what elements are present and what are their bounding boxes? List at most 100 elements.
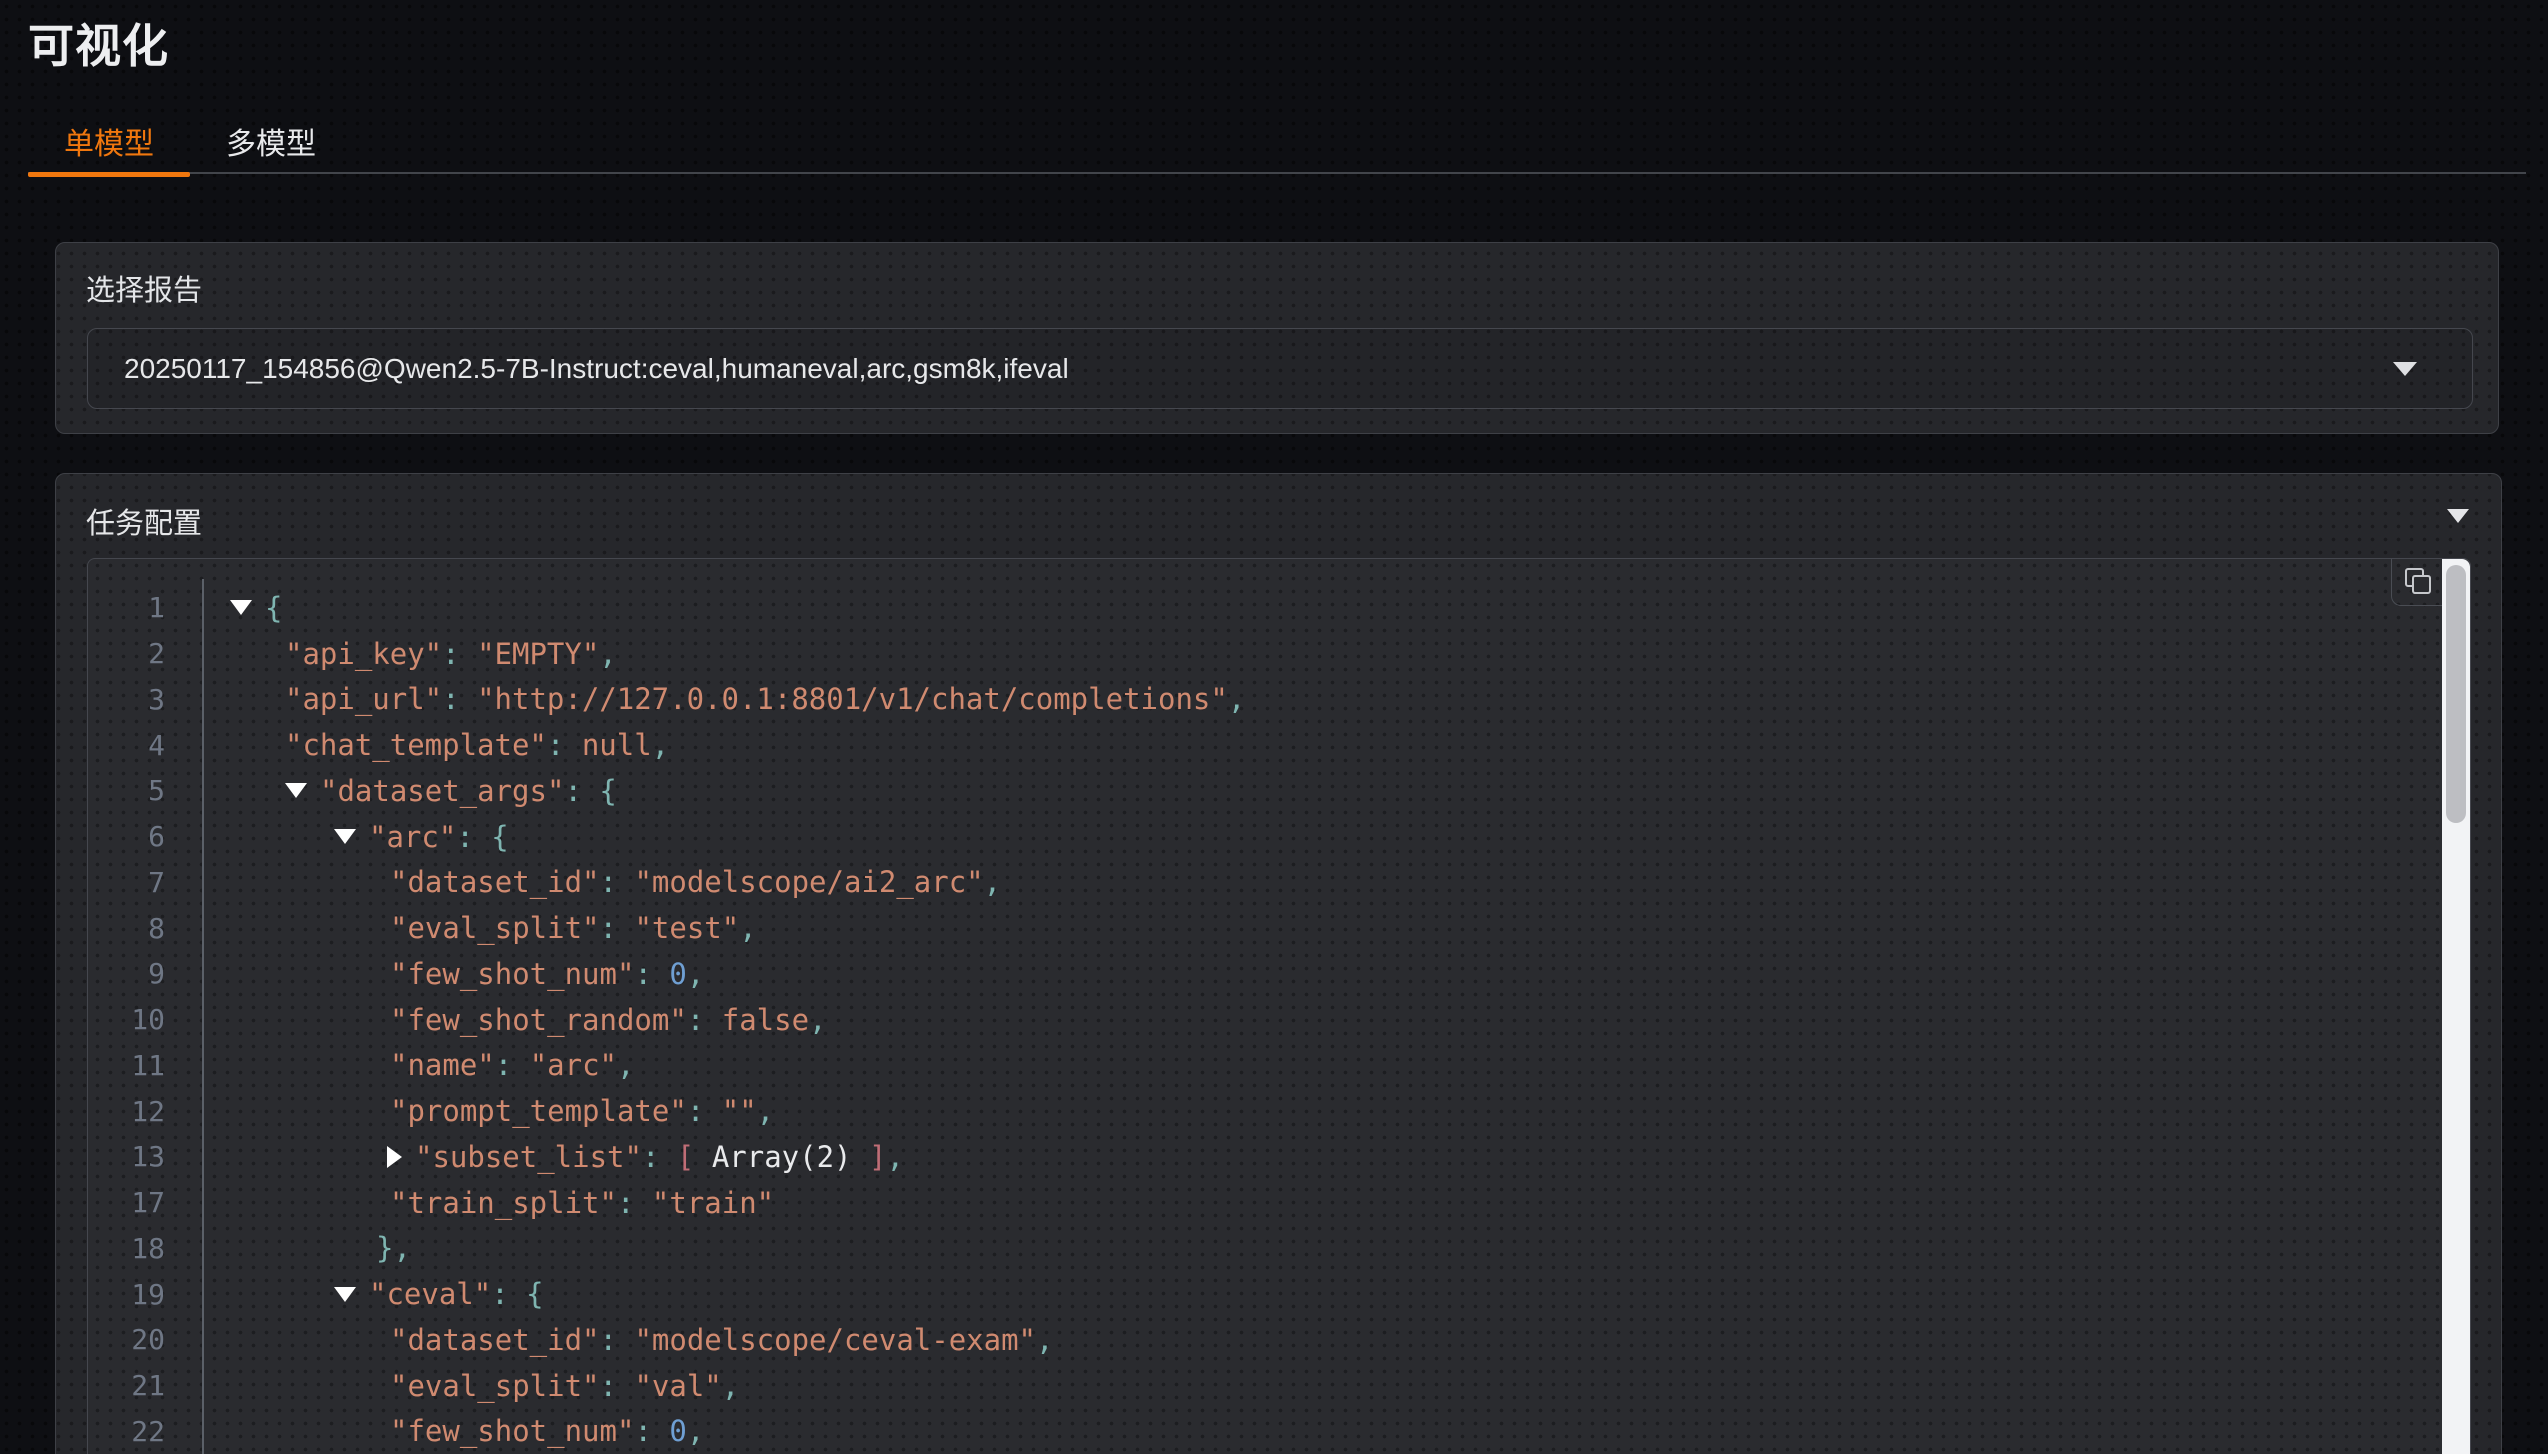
line-number: 11 — [88, 1049, 202, 1082]
token-num: 0 — [669, 1414, 686, 1448]
tab-single-model[interactable]: 单模型 — [28, 108, 190, 174]
token-punc: , — [757, 1094, 774, 1128]
copy-button[interactable] — [2391, 559, 2442, 606]
code-line-20: 20"dataset_id": "modelscope/ceval-exam", — [88, 1317, 2442, 1363]
token-punc: , — [739, 911, 756, 945]
code-line-2: 2"api_key": "EMPTY", — [88, 631, 2442, 677]
token-punc: : — [491, 1277, 526, 1311]
token-key: "chat_template" — [285, 728, 547, 762]
report-select-label: 选择报告 — [86, 267, 202, 309]
scrollbar-track[interactable] — [2442, 559, 2470, 1454]
token-brace: { — [599, 774, 616, 808]
line-number: 6 — [88, 820, 202, 853]
line-number: 17 — [88, 1186, 202, 1219]
token-str: "test" — [634, 911, 739, 945]
task-config-title: 任务配置 — [86, 500, 202, 542]
token-key: "api_url" — [285, 682, 442, 716]
code-line-10: 10"few_shot_random": false, — [88, 997, 2442, 1043]
collapse-caret-icon[interactable] — [334, 1287, 356, 1302]
token-key: "ceval" — [369, 1277, 491, 1311]
token-punc: : — [495, 1048, 530, 1082]
code-line-12: 12"prompt_template": "", — [88, 1088, 2442, 1134]
token-brace: { — [265, 591, 282, 625]
token-key: "few_shot_num" — [390, 957, 634, 991]
token-punc: , — [984, 865, 1001, 899]
line-number: 21 — [88, 1369, 202, 1402]
tab-multi-model[interactable]: 多模型 — [190, 108, 352, 174]
line-number: 2 — [88, 637, 202, 670]
token-brace: { — [526, 1277, 543, 1311]
token-str: "train" — [652, 1186, 774, 1220]
collapse-caret-icon[interactable] — [334, 829, 356, 844]
line-number: 9 — [88, 957, 202, 990]
token-bracket: ] — [852, 1140, 887, 1174]
line-number: 8 — [88, 912, 202, 945]
task-config-accordion: 任务配置 1{2"api_key": "EMPTY",3"api_url": "… — [55, 473, 2502, 1454]
copy-icon — [2405, 568, 2433, 596]
line-number: 10 — [88, 1003, 202, 1036]
tab-bar: 单模型多模型 — [28, 108, 2526, 174]
line-number: 7 — [88, 866, 202, 899]
token-key: "train_split" — [390, 1186, 617, 1220]
token-str: "arc" — [530, 1048, 617, 1082]
report-dropdown-value: 20250117_154856@Qwen2.5-7B-Instruct:ceva… — [88, 353, 2393, 385]
code-line-11: 11 "name": "arc", — [88, 1043, 2442, 1089]
token-brace: } — [376, 1231, 393, 1265]
token-str: "modelscope/ai2_arc" — [634, 865, 983, 899]
token-punc: , — [393, 1231, 410, 1265]
token-brace: { — [491, 820, 508, 854]
code-line-13: 13"subset_list": [ Array(2) ], — [88, 1134, 2442, 1180]
report-dropdown[interactable]: 20250117_154856@Qwen2.5-7B-Instruct:ceva… — [87, 328, 2473, 409]
code-line-18: 18}, — [88, 1226, 2442, 1272]
token-key: "api_key" — [285, 637, 442, 671]
token-punc: : — [600, 911, 635, 945]
code-line-9: 9"few_shot_num": 0, — [88, 951, 2442, 997]
token-str: "http://127.0.0.1:8801/v1/chat/completio… — [477, 682, 1228, 716]
token-bracket: [ — [677, 1140, 712, 1174]
token-punc: , — [617, 1048, 634, 1082]
token-key: "dataset_args" — [320, 774, 564, 808]
token-punc: , — [652, 728, 669, 762]
token-punc: , — [809, 1003, 826, 1037]
token-punc: , — [1036, 1323, 1053, 1357]
token-punc: : — [600, 865, 635, 899]
token-null: null — [582, 728, 652, 762]
token-punc: , — [687, 1414, 704, 1448]
line-number: 1 — [88, 591, 202, 624]
report-select-card: 选择报告 20250117_154856@Qwen2.5-7B-Instruct… — [55, 242, 2499, 434]
code-line-21: 21"eval_split": "val", — [88, 1363, 2442, 1409]
line-number: 22 — [88, 1415, 202, 1448]
line-number: 5 — [88, 774, 202, 807]
token-punc: : — [442, 682, 477, 716]
code-rows: 1{2"api_key": "EMPTY",3"api_url": "http:… — [88, 559, 2442, 1454]
line-number: 3 — [88, 683, 202, 716]
line-number: 19 — [88, 1278, 202, 1311]
code-line-17: 17"train_split": "train" — [88, 1180, 2442, 1226]
token-punc: : — [687, 1094, 722, 1128]
token-key: "dataset_id" — [390, 865, 600, 899]
token-str: "" — [722, 1094, 757, 1128]
token-arr: Array(2) — [712, 1140, 852, 1174]
task-config-header[interactable]: 任务配置 — [56, 474, 2501, 558]
code-line-7: 7 "dataset_id": "modelscope/ai2_arc", — [88, 860, 2442, 906]
code-line-6: 6"arc": { — [88, 814, 2442, 860]
token-punc: : — [642, 1140, 677, 1174]
page-title: 可视化 — [28, 10, 169, 76]
token-punc: , — [1228, 682, 1245, 716]
expand-caret-icon[interactable] — [387, 1146, 402, 1168]
token-str: "EMPTY" — [477, 637, 599, 671]
token-key: "eval_split" — [390, 1369, 600, 1403]
token-punc: : — [547, 728, 582, 762]
token-key: "subset_list" — [415, 1140, 642, 1174]
collapse-caret-icon[interactable] — [285, 783, 307, 798]
token-str: "val" — [634, 1369, 721, 1403]
collapse-caret-icon[interactable] — [230, 600, 252, 615]
line-number: 4 — [88, 729, 202, 762]
scrollbar-thumb[interactable] — [2446, 565, 2466, 823]
token-key: "name" — [390, 1048, 495, 1082]
token-punc: : — [442, 637, 477, 671]
token-key: "prompt_template" — [390, 1094, 687, 1128]
code-line-1: 1{ — [88, 585, 2442, 631]
token-punc: : — [600, 1323, 635, 1357]
accordion-collapse-caret-icon[interactable] — [2447, 509, 2469, 523]
